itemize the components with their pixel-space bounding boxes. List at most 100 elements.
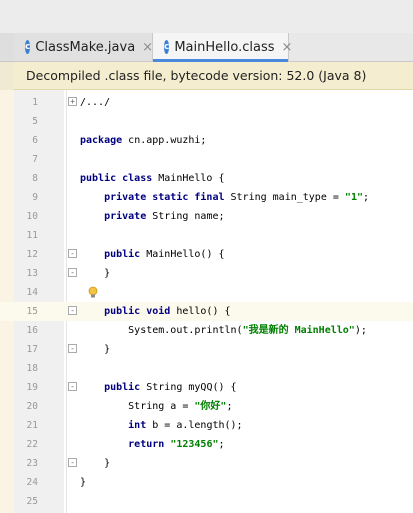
code-token: } (80, 458, 111, 469)
tab-classmake-java[interactable]: c ClassMake.java × (14, 33, 153, 61)
line-number: 21 (26, 420, 38, 431)
fold-toggle-icon[interactable]: - (68, 458, 77, 467)
string-token: "123456" (170, 439, 219, 450)
banner-left-edge (0, 62, 14, 90)
tab-bar-left-edge (0, 33, 15, 61)
keyword-token: int (80, 420, 147, 431)
tab-label: MainHello.class (174, 39, 275, 55)
code-token: MainHello() { (140, 249, 225, 260)
code-token: ; (226, 401, 233, 412)
code-text: public void hello() { (80, 302, 231, 321)
code-token: } (80, 477, 87, 488)
code-token: ); (354, 325, 367, 336)
code-line[interactable]: 11 (0, 226, 413, 245)
code-line[interactable]: 9 private static final String main_type … (0, 188, 413, 207)
code-token: MainHello { (152, 173, 225, 184)
banner-text: Decompiled .class file, bytecode version… (26, 68, 367, 83)
line-number: 9 (32, 192, 38, 203)
keyword-token: private static final (80, 192, 225, 203)
line-number: 17 (26, 344, 38, 355)
line-number: 12 (26, 249, 38, 260)
code-text: } (80, 340, 110, 359)
keyword-token: public void (80, 306, 171, 317)
code-line[interactable]: 18 (0, 359, 413, 378)
editor-tab-bar: c ClassMake.java × c MainHello.class × (0, 33, 413, 62)
code-line[interactable]: 10 private String name; (0, 207, 413, 226)
code-text: public MainHello() { (80, 245, 225, 264)
line-number: 13 (26, 268, 38, 279)
code-line[interactable]: 5 (0, 112, 413, 131)
keyword-token: package (80, 135, 123, 146)
decompiled-banner: Decompiled .class file, bytecode version… (14, 62, 413, 90)
code-text: String a = "你好"; (80, 397, 232, 416)
code-line[interactable]: 1/.../+ (0, 93, 413, 112)
tab-label: ClassMake.java (35, 39, 136, 55)
code-text: public String myQQ() { (80, 378, 237, 397)
line-number: 19 (26, 382, 38, 393)
fold-toggle-icon[interactable]: - (68, 306, 77, 315)
code-text: } (80, 454, 110, 473)
line-number: 11 (26, 230, 38, 241)
line-number: 15 (14, 302, 38, 321)
code-line[interactable]: 8 public class MainHello { (0, 169, 413, 188)
fold-toggle-icon[interactable]: - (68, 268, 77, 277)
fold-toggle-icon[interactable]: + (68, 97, 77, 106)
code-line[interactable]: 16 System.out.println("我是新的 MainHello"); (0, 321, 413, 340)
code-text: System.out.println("我是新的 MainHello"); (80, 321, 367, 340)
code-token: hello() { (170, 306, 231, 317)
string-token: "你好" (194, 401, 227, 412)
code-text: package cn.app.wuzhi; (80, 131, 206, 150)
keyword-token: private (80, 211, 147, 222)
code-text: private static final String main_type = … (80, 188, 369, 207)
code-line[interactable]: 17 } - (0, 340, 413, 359)
code-token: String name; (146, 211, 225, 222)
code-token: String main_type = (224, 192, 345, 203)
code-line[interactable]: 12 public MainHello() {- (0, 245, 413, 264)
fold-toggle-icon[interactable]: - (68, 249, 77, 258)
code-line[interactable]: 7 (0, 150, 413, 169)
code-text: } (80, 473, 86, 492)
code-line[interactable]: 22 return "123456"; (0, 435, 413, 454)
line-number: 22 (26, 439, 38, 450)
lightbulb-icon[interactable] (88, 286, 98, 299)
line-number: 5 (32, 116, 38, 127)
class-c-icon: c (25, 40, 31, 54)
keyword-token: public (80, 249, 141, 260)
keyword-token: public (80, 382, 141, 393)
keyword-token: public class (80, 173, 153, 184)
code-line[interactable]: 15 public void hello() {- (0, 302, 413, 321)
code-token: System.out.println( (80, 325, 243, 336)
code-token: } (80, 268, 111, 279)
close-icon[interactable]: × (282, 40, 293, 55)
line-number: 23 (26, 458, 38, 469)
code-text: /.../ (80, 93, 110, 112)
code-token: / (104, 97, 111, 108)
close-icon[interactable]: × (142, 40, 153, 55)
code-token: String myQQ() { (140, 382, 237, 393)
code-token: String a = (80, 401, 195, 412)
code-text: } (80, 264, 110, 283)
code-token: } (80, 344, 111, 355)
line-number: 10 (26, 211, 38, 222)
line-number: 18 (26, 363, 38, 374)
code-line[interactable]: 25 (0, 492, 413, 511)
keyword-token: return (80, 439, 165, 450)
code-line[interactable]: 19 public String myQQ() {- (0, 378, 413, 397)
string-token: "1" (344, 192, 363, 203)
code-text: return "123456"; (80, 435, 224, 454)
code-line[interactable]: 13 } - (0, 264, 413, 283)
code-token: /... (80, 97, 105, 108)
line-number: 6 (32, 135, 38, 146)
fold-toggle-icon[interactable]: - (68, 382, 77, 391)
tab-mainhello-class[interactable]: c MainHello.class × (153, 33, 292, 62)
code-line[interactable]: 23 } - (0, 454, 413, 473)
code-line[interactable]: 21 int b = a.length(); (0, 416, 413, 435)
code-line[interactable]: 6 package cn.app.wuzhi; (0, 131, 413, 150)
code-line[interactable]: 24} (0, 473, 413, 492)
code-line[interactable]: 20 String a = "你好"; (0, 397, 413, 416)
fold-toggle-icon[interactable]: - (68, 344, 77, 353)
line-number: 24 (26, 477, 38, 488)
code-line[interactable]: 14 (0, 283, 413, 302)
line-number: 8 (32, 173, 38, 184)
code-token: ; (362, 192, 370, 203)
